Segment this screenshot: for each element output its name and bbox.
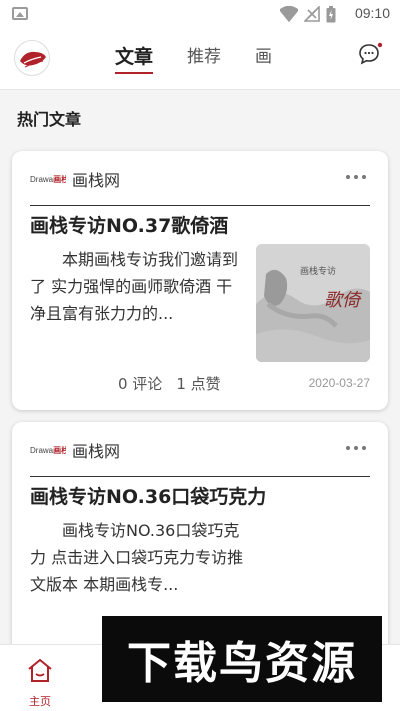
- article-excerpt: 本期画栈专访我们邀请到了 实力强悍的画师歌倚酒 干净且富有张力力的...: [30, 250, 239, 323]
- nav-label-home: 主页: [29, 695, 51, 708]
- tab-articles[interactable]: 文章: [115, 44, 154, 74]
- tab-recommend[interactable]: 推荐: [187, 44, 221, 74]
- source-name: 画栈网: [72, 171, 121, 190]
- comment-count[interactable]: 0 评论: [118, 373, 162, 394]
- app-logo[interactable]: [14, 40, 50, 76]
- article-stats: 0 评论 1 点赞: [118, 373, 221, 394]
- article-thumbnail-art: 画栈专访 歌倚: [256, 244, 370, 362]
- svg-text:画栈专访: 画栈专访: [300, 265, 336, 277]
- battery-icon: [326, 5, 336, 22]
- article-excerpt: 画栈专访NO.36口袋巧克力 点击进入口袋巧克力专访推文版本 本期画栈专...: [30, 521, 244, 594]
- article-title: 画栈专访NO.37歌倚酒: [30, 215, 229, 237]
- image-notification-icon: [12, 7, 28, 20]
- status-time: 09:10: [354, 5, 390, 21]
- watermark-overlay: 下载鸟资源: [102, 616, 382, 702]
- source-logo: Drawa画栈: [30, 445, 66, 455]
- article-thumbnail[interactable]: 画栈专访 歌倚: [256, 244, 370, 362]
- tab-drawings[interactable]: 画: [255, 44, 272, 74]
- status-bar: 09:10: [0, 0, 400, 28]
- article-source: Drawa画栈 画栈网: [30, 167, 120, 191]
- app-logo-icon: [20, 51, 46, 68]
- article-title: 画栈专访NO.36口袋巧克力: [30, 486, 267, 508]
- article-card[interactable]: Drawa画栈 画栈网 画栈专访NO.37歌倚酒 本期画栈专访我们邀请到了 实力…: [12, 151, 388, 410]
- category-tabs: 文章 推荐 画: [115, 44, 272, 74]
- wifi-icon: [280, 6, 298, 22]
- more-options-icon[interactable]: [346, 446, 366, 452]
- signal-icon: [304, 6, 320, 22]
- svg-text:歌倚: 歌倚: [324, 290, 363, 311]
- system-icons: [280, 5, 336, 23]
- divider: [30, 205, 370, 206]
- home-icon: [28, 658, 52, 682]
- app-header: 文章 推荐 画: [0, 28, 400, 90]
- article-source: Drawa画栈 画栈网: [30, 438, 120, 462]
- watermark-text: 下载鸟资源: [127, 638, 357, 689]
- section-title-hot-articles: 热门文章: [17, 110, 82, 129]
- source-logo: Drawa画栈: [30, 174, 66, 184]
- source-name: 画栈网: [72, 442, 121, 461]
- article-date: 2020-03-27: [308, 376, 370, 390]
- message-icon[interactable]: [358, 42, 384, 66]
- like-count[interactable]: 1 点赞: [176, 373, 220, 394]
- divider: [30, 476, 370, 477]
- more-options-icon[interactable]: [346, 175, 366, 181]
